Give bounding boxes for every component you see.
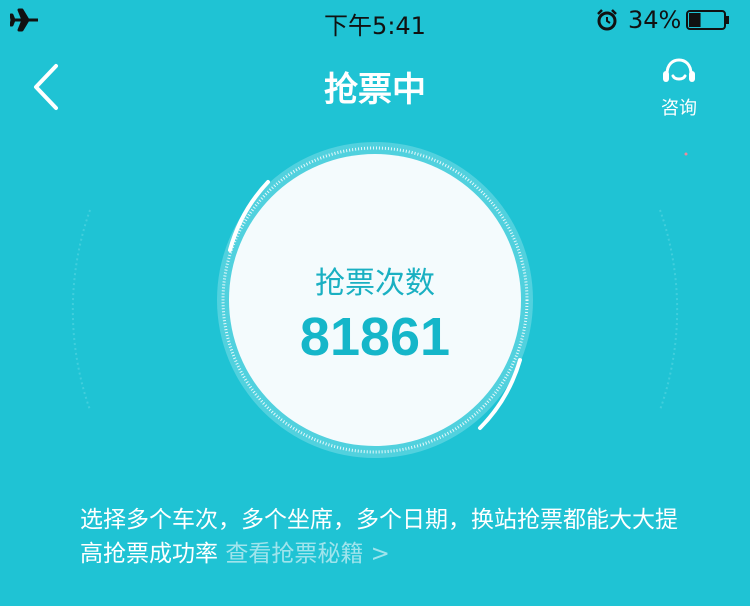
- consult-button[interactable]: 咨询: [652, 56, 706, 119]
- consult-label: 咨询: [661, 98, 697, 119]
- headset-icon: [663, 58, 695, 82]
- battery-icon: [686, 10, 729, 30]
- nav-bar: 抢票中 咨询: [0, 44, 750, 134]
- tips-link-label: 查看抢票秘籍: [225, 541, 364, 567]
- page-title: 抢票中: [324, 70, 426, 110]
- counter-value: 81861: [299, 307, 451, 367]
- grab-counter-gauge: 抢票次数 81861: [0, 140, 750, 480]
- tips-link[interactable]: 查看抢票秘籍 >: [225, 541, 390, 567]
- left-outer-arc: [71, 209, 91, 411]
- alarm-icon: [597, 9, 617, 31]
- tip-paragraph: 选择多个车次，多个坐席，多个日期，换站抢票都能大大提高抢票成功率 查看抢票秘籍 …: [80, 503, 680, 571]
- status-bar: 下午5:41 34%: [0, 0, 750, 40]
- battery-percent: 34%: [628, 6, 682, 34]
- chevron-right-icon: >: [370, 541, 390, 567]
- small-dot: [684, 152, 688, 156]
- right-outer-arc: [659, 209, 679, 411]
- counter-label: 抢票次数: [315, 266, 435, 301]
